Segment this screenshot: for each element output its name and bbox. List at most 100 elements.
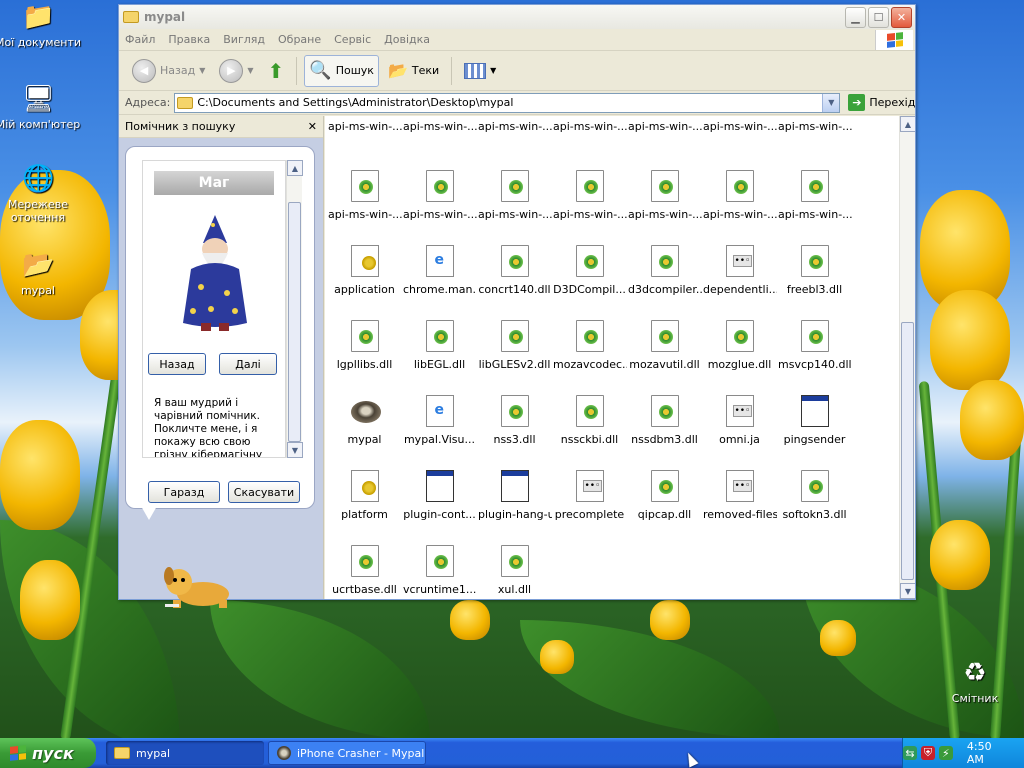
- search-button[interactable]: 🔍 Пошук: [304, 54, 379, 87]
- file-item[interactable]: msvcp140.dll: [777, 308, 852, 383]
- file-item[interactable]: api-ms-win-...: [702, 120, 777, 133]
- file-item[interactable]: dependentli...: [702, 233, 777, 308]
- maximize-button[interactable]: ☐: [868, 6, 889, 28]
- close-icon[interactable]: ✕: [308, 120, 317, 133]
- address-input[interactable]: C:\Documents and Settings\Administrator\…: [174, 92, 841, 113]
- network-tray-icon[interactable]: ⇆: [902, 746, 917, 760]
- dll-file-icon: [725, 320, 754, 352]
- file-item[interactable]: nss3.dll: [477, 383, 552, 458]
- file-item[interactable]: vcruntime1...: [402, 533, 477, 599]
- file-list-scrollbar[interactable]: ▲ ▼: [899, 116, 915, 599]
- close-button[interactable]: ✕: [891, 6, 912, 28]
- scroll-up-icon[interactable]: ▲: [287, 160, 303, 176]
- file-item[interactable]: api-ms-win-...: [627, 120, 702, 133]
- scroll-thumb[interactable]: [901, 322, 914, 580]
- my-computer-icon: 🖥: [22, 84, 56, 114]
- back-button[interactable]: Назад: [148, 353, 206, 375]
- menu-tools[interactable]: Сервіс: [334, 33, 371, 46]
- file-item[interactable]: api-ms-win-...: [777, 158, 852, 233]
- file-item[interactable]: nssckbi.dll: [552, 383, 627, 458]
- file-item[interactable]: ucrtbase.dll: [327, 533, 402, 599]
- file-item[interactable]: plugin-cont...: [402, 458, 477, 533]
- file-name: precomplete: [554, 508, 625, 521]
- file-item[interactable]: pingsender: [777, 383, 852, 458]
- file-item[interactable]: api-ms-win-...: [627, 158, 702, 233]
- file-item[interactable]: api-ms-win-...: [702, 158, 777, 233]
- file-item[interactable]: api-ms-win-...: [552, 120, 627, 133]
- next-button[interactable]: Далі: [219, 353, 277, 375]
- file-item[interactable]: removed-files: [702, 458, 777, 533]
- file-item[interactable]: mypal.Visu...: [402, 383, 477, 458]
- file-item[interactable]: qipcap.dll: [627, 458, 702, 533]
- forward-button[interactable]: ▶ ▼: [214, 55, 258, 87]
- file-name: api-ms-win-...: [553, 208, 627, 221]
- file-item[interactable]: api-ms-win-...: [477, 158, 552, 233]
- file-item[interactable]: application: [327, 233, 402, 308]
- file-item[interactable]: mozavutil.dll: [627, 308, 702, 383]
- desktop-icon-my-computer[interactable]: 🖥 Мій комп'ютер: [0, 84, 83, 131]
- file-item[interactable]: plugin-hang-ui: [477, 458, 552, 533]
- file-item[interactable]: mypal: [327, 383, 402, 458]
- file-item[interactable]: nssdbm3.dll: [627, 383, 702, 458]
- rover-dog-icon[interactable]: [159, 562, 239, 612]
- file-item[interactable]: softokn3.dll: [777, 458, 852, 533]
- desktop-icon-network-places[interactable]: 🌐 Мережеве оточення: [0, 164, 83, 224]
- file-item[interactable]: lgpllibs.dll: [327, 308, 402, 383]
- scroll-thumb[interactable]: [288, 202, 301, 442]
- menu-help[interactable]: Довідка: [384, 33, 430, 46]
- file-item[interactable]: D3DCompil...: [552, 233, 627, 308]
- file-item[interactable]: api-ms-win-...: [552, 158, 627, 233]
- menu-edit[interactable]: Правка: [168, 33, 210, 46]
- file-item[interactable]: d3dcompiler...: [627, 233, 702, 308]
- ok-button[interactable]: Гаразд: [148, 481, 220, 503]
- desktop-icon-mypal-folder[interactable]: 📂 mypal: [0, 250, 83, 297]
- start-button[interactable]: пуск: [0, 738, 96, 768]
- file-item[interactable]: api-ms-win-...: [777, 120, 852, 133]
- dll-file-icon: [575, 170, 604, 202]
- go-button[interactable]: ➔ Перехід: [848, 94, 915, 111]
- up-folder-button[interactable]: ⬆: [263, 55, 290, 87]
- views-button[interactable]: ▼: [459, 55, 501, 87]
- file-item[interactable]: api-ms-win-...: [327, 158, 402, 233]
- file-item[interactable]: libGLESv2.dll: [477, 308, 552, 383]
- dll-file-icon: [425, 170, 454, 202]
- file-item[interactable]: api-ms-win-...: [477, 120, 552, 133]
- file-item[interactable]: precomplete: [552, 458, 627, 533]
- minimize-button[interactable]: ▁: [845, 6, 866, 28]
- file-name: msvcp140.dll: [778, 358, 852, 371]
- file-item[interactable]: freebl3.dll: [777, 233, 852, 308]
- menu-file[interactable]: Файл: [125, 33, 155, 46]
- file-item[interactable]: concrt140.dll: [477, 233, 552, 308]
- file-item[interactable]: api-ms-win-...: [402, 120, 477, 133]
- scroll-down-icon[interactable]: ▼: [287, 442, 303, 458]
- back-button[interactable]: ◀ Назад ▼: [127, 55, 210, 87]
- scroll-down-icon[interactable]: ▼: [900, 583, 915, 599]
- file-item[interactable]: platform: [327, 458, 402, 533]
- file-item[interactable]: api-ms-win-...: [327, 120, 402, 133]
- connection-tray-icon[interactable]: ⚡: [938, 746, 953, 760]
- file-item[interactable]: api-ms-win-...: [402, 158, 477, 233]
- desktop-icon-recycle-bin[interactable]: ♻ Смітник: [930, 658, 1020, 705]
- folders-button[interactable]: 📂 Теки: [383, 55, 444, 87]
- cancel-button[interactable]: Скасувати: [228, 481, 300, 503]
- dll-file-icon: [425, 545, 454, 577]
- file-item[interactable]: chrome.man...: [402, 233, 477, 308]
- title-bar[interactable]: mypal ▁ ☐ ✕: [119, 5, 915, 29]
- taskbar-item-mypal-folder[interactable]: mypal: [106, 741, 264, 765]
- scroll-up-icon[interactable]: ▲: [900, 116, 915, 132]
- file-item[interactable]: libEGL.dll: [402, 308, 477, 383]
- wallpaper-tulip: [450, 600, 490, 640]
- menu-favorites[interactable]: Обране: [278, 33, 321, 46]
- security-shield-icon[interactable]: ⛨: [920, 746, 935, 760]
- taskbar-item-iphone-crasher[interactable]: iPhone Crasher - Mypal: [268, 741, 426, 765]
- menu-view[interactable]: Вигляд: [223, 33, 265, 46]
- chevron-down-icon[interactable]: ▼: [822, 93, 840, 112]
- file-item[interactable]: mozglue.dll: [702, 308, 777, 383]
- file-item[interactable]: xul.dll: [477, 533, 552, 599]
- file-item[interactable]: mozavcodec...: [552, 308, 627, 383]
- file-item[interactable]: omni.ja: [702, 383, 777, 458]
- file-name: lgpllibs.dll: [336, 358, 393, 371]
- menu-bar: Файл Правка Вигляд Обране Сервіс Довідка: [119, 29, 915, 51]
- desktop-icon-my-documents[interactable]: 📁 Мої документи: [0, 2, 83, 49]
- character-list-scrollbar[interactable]: ▲ ▼: [286, 160, 303, 458]
